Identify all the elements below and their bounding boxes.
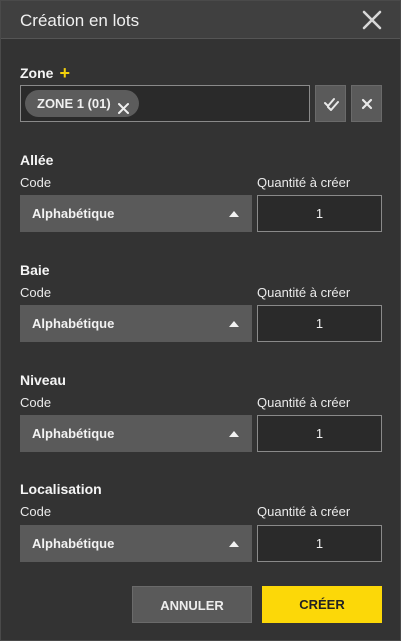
zone-multiselect[interactable]: ZONE 1 (01) [20,85,310,122]
zone-label: Zone + [20,62,70,83]
batch-creation-dialog: Création en lots Zone + ZONE 1 (01) Allé… [0,0,401,641]
quantity-label: Quantité à créer [257,175,351,190]
caret-up-icon [229,541,239,547]
section-title-localisation: Localisation [20,481,102,497]
create-button[interactable]: CRÉER [262,586,382,623]
double-check-icon [324,98,339,111]
code-label: Code [20,285,52,300]
quantity-input-niveau[interactable] [257,415,382,452]
zone-label-text: Zone [20,65,54,81]
close-icon[interactable] [360,8,384,32]
code-select-allee[interactable]: Alphabétique [20,195,252,232]
quantity-input-localisation[interactable] [257,525,382,562]
code-label: Code [20,504,52,519]
quantity-input-allee[interactable] [257,195,382,232]
code-label: Code [20,175,52,190]
code-select-value: Alphabétique [32,426,115,441]
caret-up-icon [229,321,239,327]
section-title-baie: Baie [20,262,50,278]
section-title-allee: Allée [20,152,54,168]
code-select-value: Alphabétique [32,206,115,221]
quantity-input-baie[interactable] [257,305,382,342]
select-all-button[interactable] [315,85,346,122]
quantity-label: Quantité à créer [257,395,351,410]
clear-zones-button[interactable] [351,85,382,122]
remove-chip-icon[interactable] [117,97,130,114]
zone-chip-label: ZONE 1 (01) [37,96,111,111]
quantity-label: Quantité à créer [257,504,351,519]
add-zone-icon[interactable]: + [59,63,70,83]
code-select-niveau[interactable]: Alphabétique [20,415,252,452]
code-label: Code [20,395,52,410]
close-small-icon [361,98,373,110]
caret-up-icon [229,431,239,437]
code-select-localisation[interactable]: Alphabétique [20,525,252,562]
cancel-button[interactable]: ANNULER [132,586,252,623]
code-select-value: Alphabétique [32,316,115,331]
section-title-niveau: Niveau [20,372,66,388]
quantity-label: Quantité à créer [257,285,351,300]
code-select-value: Alphabétique [32,536,115,551]
dialog-title: Création en lots [20,11,140,30]
zone-chip: ZONE 1 (01) [25,90,139,117]
title-bar: Création en lots [1,1,400,39]
code-select-baie[interactable]: Alphabétique [20,305,252,342]
caret-up-icon [229,211,239,217]
